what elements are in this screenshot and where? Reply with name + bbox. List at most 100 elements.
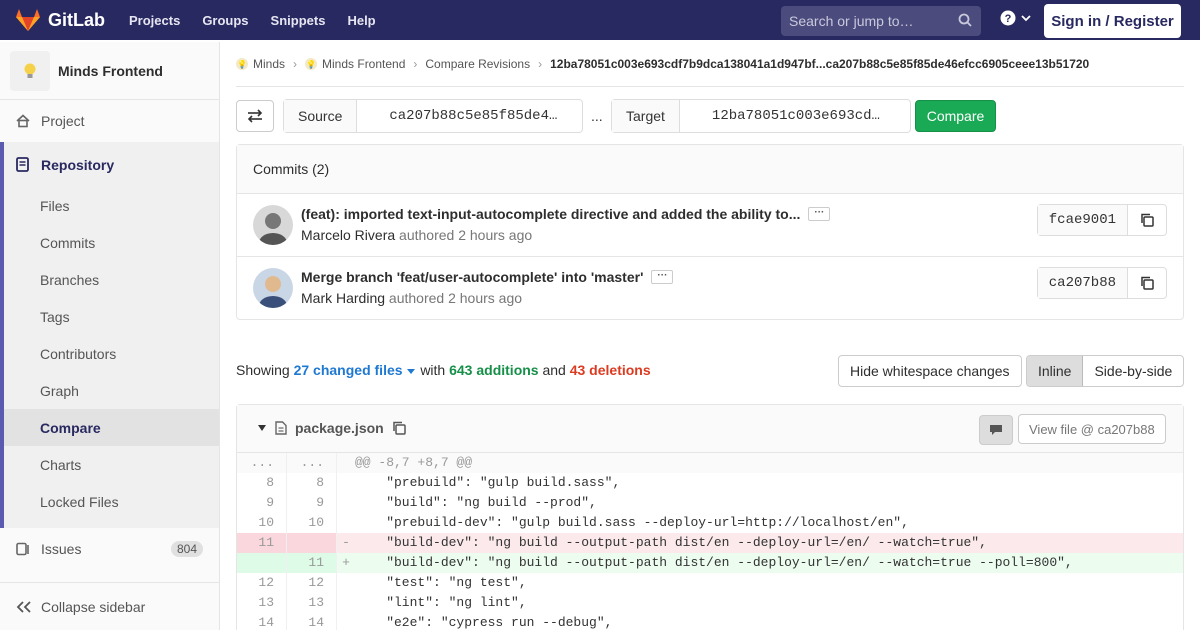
sidebar-item-repository[interactable]: Repository	[4, 142, 219, 187]
target-value[interactable]: 12ba78051c003e693cd…	[680, 100, 894, 132]
diff-code: "build": "ng build --prod",	[355, 495, 597, 510]
sidebar-item-project[interactable]: Project	[0, 100, 219, 142]
view-file-button[interactable]: View file @ ca207b88	[1018, 414, 1166, 444]
changed-files-dropdown[interactable]: 27 changed files	[294, 362, 417, 378]
breadcrumb-item[interactable]: Compare Revisions ›	[425, 57, 550, 71]
file-header: package.json View file @ ca207b88	[237, 405, 1183, 453]
new-line-number[interactable]: 9	[287, 493, 337, 513]
commit-title[interactable]: Merge branch 'feat/user-autocomplete' in…	[301, 269, 643, 285]
sidebar-item-branches[interactable]: Branches	[4, 261, 219, 298]
search-icon	[958, 13, 972, 27]
toggle-comments-button[interactable]	[979, 415, 1013, 445]
top-navbar: GitLab Projects Groups Snippets Help Sea…	[0, 0, 1200, 40]
diff-sign: +	[342, 555, 350, 570]
old-line-number[interactable]: 11	[237, 533, 287, 553]
swap-revisions-button[interactable]	[236, 100, 274, 132]
compare-button[interactable]: Compare	[915, 100, 996, 132]
sidebar-item-commits[interactable]: Commits	[4, 224, 219, 261]
old-line-number[interactable]: 8	[237, 473, 287, 493]
expand-message-button[interactable]: ···	[808, 207, 831, 221]
sidebar-item-locked-files[interactable]: Locked Files	[4, 483, 219, 520]
sidebar-item-graph[interactable]: Graph	[4, 372, 219, 409]
commit-sha[interactable]: fcae9001	[1037, 205, 1128, 235]
old-line-number[interactable]: 10	[237, 513, 287, 533]
old-line-number[interactable]: 12	[237, 573, 287, 593]
commit-time: 2 hours ago	[458, 227, 533, 243]
copy-sha-button[interactable]	[1128, 205, 1166, 235]
breadcrumb-item[interactable]: 💡 Minds ›	[236, 57, 305, 71]
gitlab-logo[interactable]: GitLab	[16, 9, 105, 31]
side-by-side-view-button[interactable]: Side-by-side	[1083, 356, 1183, 386]
source-value[interactable]: ca207b88c5e85f85de4…	[357, 100, 571, 132]
sidebar-item-compare[interactable]: Compare	[4, 409, 219, 446]
diff-sign	[337, 613, 355, 630]
hide-whitespace-button[interactable]: Hide whitespace changes	[838, 355, 1022, 387]
old-line-number[interactable]: 14	[237, 613, 287, 630]
sidebar-project-header[interactable]: Minds Frontend	[0, 42, 219, 100]
avatar[interactable]	[253, 268, 293, 308]
copy-icon[interactable]	[392, 421, 406, 435]
commit-author[interactable]: Mark Harding	[301, 290, 385, 306]
new-line-number[interactable]: 13	[287, 593, 337, 613]
sidebar-item-charts[interactable]: Charts	[4, 446, 219, 483]
diff-sign	[337, 493, 355, 513]
deletions-count: 43 deletions	[569, 362, 651, 378]
file-diff: package.json View file @ ca207b88 ... ..…	[236, 404, 1184, 630]
nav-snippets[interactable]: Snippets	[271, 13, 326, 28]
old-line-number[interactable]: 13	[237, 593, 287, 613]
diff-hunk-line: ... ... @@ -8,7 +8,7 @@	[237, 453, 1183, 473]
new-line-number[interactable]: 14	[287, 613, 337, 630]
old-line-number[interactable]	[237, 553, 287, 573]
changed-files-label: 27 changed files	[293, 362, 403, 378]
avatar[interactable]	[253, 205, 293, 245]
breadcrumb-item[interactable]: 💡 Minds Frontend ›	[305, 57, 425, 71]
stats-with: with	[420, 362, 446, 378]
commit-sha-group: fcae9001	[1036, 204, 1167, 236]
new-line-number[interactable]: 10	[287, 513, 337, 533]
search-input[interactable]: Search or jump to…	[781, 6, 981, 36]
new-line-number[interactable]: ...	[287, 453, 337, 473]
help-dropdown[interactable]: ?	[1000, 10, 1032, 26]
inline-view-button[interactable]: Inline	[1027, 356, 1084, 386]
commit-title-wrap: (feat): imported text-input-autocomplete…	[301, 206, 831, 222]
commits-header: Commits (2)	[237, 145, 1183, 194]
gitlab-fox-icon	[16, 9, 40, 31]
target-revision-field[interactable]: Target 12ba78051c003e693cd…	[611, 99, 911, 133]
breadcrumb-separator: ›	[538, 57, 543, 71]
diff-code: @@ -8,7 +8,7 @@	[355, 455, 473, 470]
commit-title[interactable]: (feat): imported text-input-autocomplete…	[301, 206, 800, 222]
lightbulb-icon	[24, 63, 36, 78]
sidebar-item-tags[interactable]: Tags	[4, 298, 219, 335]
nav-projects[interactable]: Projects	[129, 13, 180, 28]
stats-showing: Showing	[236, 362, 290, 378]
diff-stats: Showing 27 changed files with 643 additi…	[236, 362, 651, 378]
old-line-number[interactable]: ...	[237, 453, 287, 473]
sidebar-item-files[interactable]: Files	[4, 187, 219, 224]
collapse-sidebar-button[interactable]: Collapse sidebar	[0, 582, 219, 630]
new-line-number[interactable]: 8	[287, 473, 337, 493]
new-line-number[interactable]	[287, 533, 337, 553]
source-label: Source	[284, 100, 358, 132]
commits-panel: Commits (2) (feat): imported text-input-…	[236, 144, 1184, 320]
copy-sha-button[interactable]	[1128, 268, 1166, 298]
commit-author[interactable]: Marcelo Rivera	[301, 227, 395, 243]
collapse-caret-icon[interactable]	[257, 424, 267, 432]
home-icon	[16, 114, 32, 128]
new-line-number[interactable]: 11	[287, 553, 337, 573]
commit-row: (feat): imported text-input-autocomplete…	[237, 194, 1183, 257]
commit-sha[interactable]: ca207b88	[1037, 268, 1128, 298]
old-line-number[interactable]: 9	[237, 493, 287, 513]
file-name[interactable]: package.json	[295, 420, 384, 436]
breadcrumb-current[interactable]: 12ba78051c003e693cdf7b9dca138041a1d947bf…	[550, 57, 1089, 71]
new-line-number[interactable]: 12	[287, 573, 337, 593]
nav-groups[interactable]: Groups	[202, 13, 248, 28]
source-revision-field[interactable]: Source ca207b88c5e85f85de4…	[283, 99, 583, 133]
diff-sign	[337, 513, 355, 533]
commit-title-wrap: Merge branch 'feat/user-autocomplete' in…	[301, 269, 674, 285]
sidebar-item-contributors[interactable]: Contributors	[4, 335, 219, 372]
signin-button[interactable]: Sign in / Register	[1044, 4, 1181, 38]
nav-help[interactable]: Help	[347, 13, 375, 28]
diff-code: "test": "ng test",	[355, 575, 527, 590]
sidebar-item-issues[interactable]: Issues 804	[0, 528, 219, 570]
expand-message-button[interactable]: ···	[651, 270, 674, 284]
